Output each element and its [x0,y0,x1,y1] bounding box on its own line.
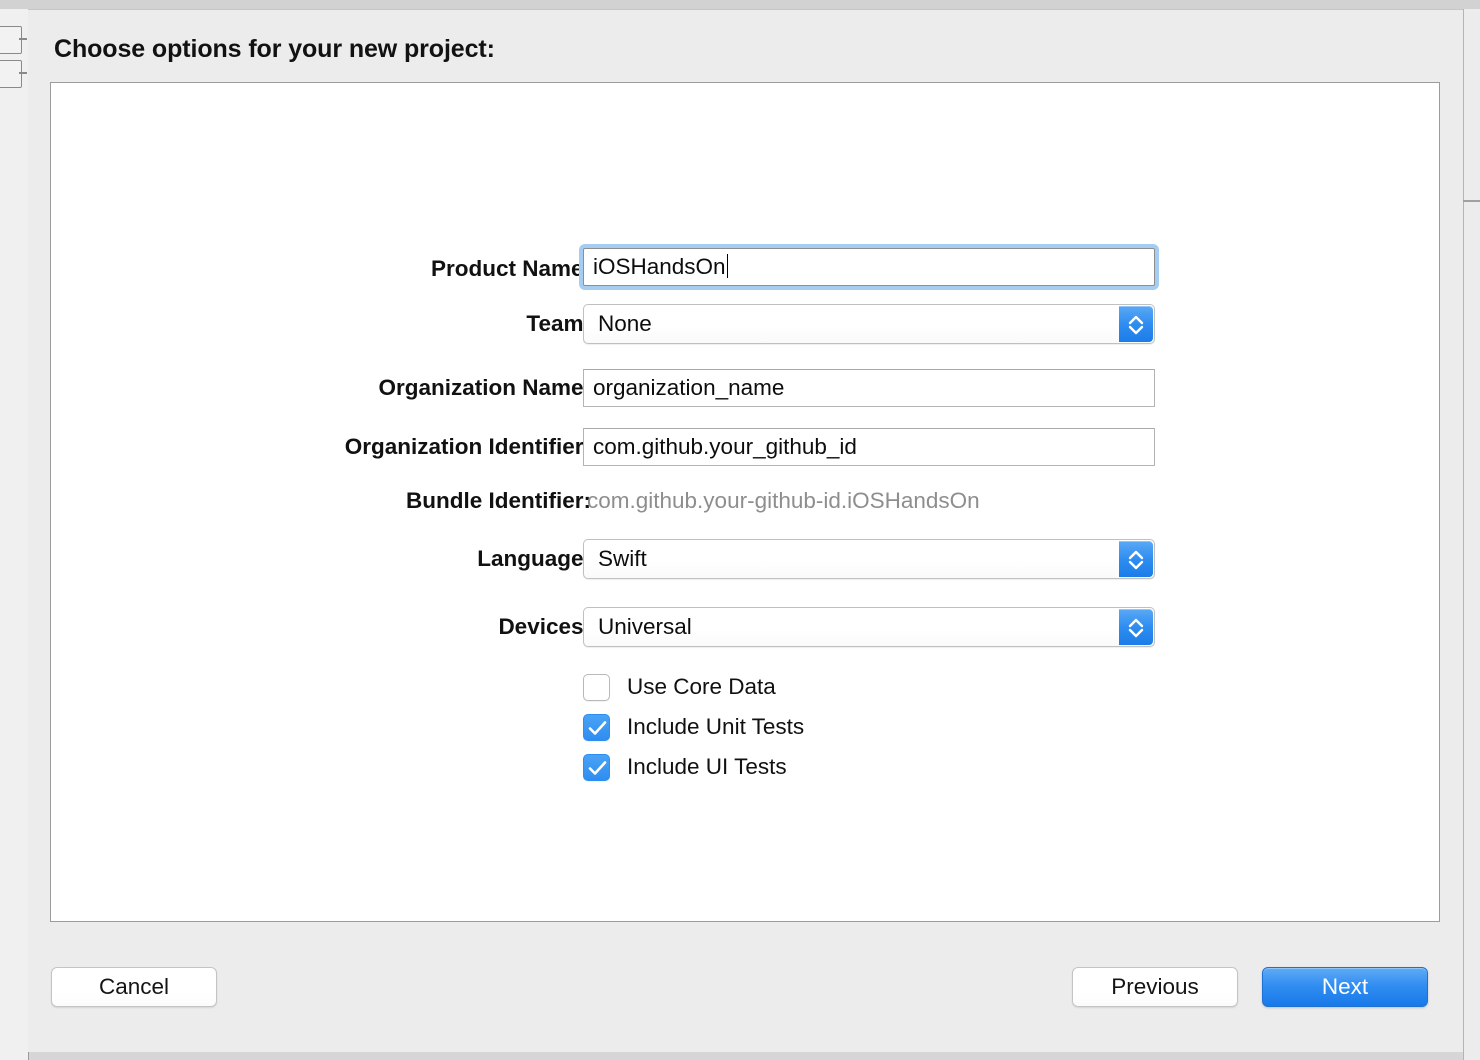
popup-button[interactable]: Universal [583,607,1155,647]
stepper-chevrons-icon [1128,315,1144,335]
popup-button[interactable]: Swift [583,539,1155,579]
text-input[interactable]: iOSHandsOn [583,248,1155,286]
popup-selected-value: None [598,311,652,336]
checkbox-checked[interactable] [583,753,610,781]
popup-selected-value: Swift [598,546,647,571]
field-label: Product Name: [430,256,591,281]
text-field-focus-ring: iOSHandsOn [579,244,1159,290]
readonly-value: com.github.your-github-id.iOSHandsOn [587,488,980,513]
next-button[interactable]: Next [1262,967,1428,1007]
popup-selected-value: Universal [598,614,692,639]
checkmark-icon [588,720,607,735]
options-panel: Product Name: iOSHandsOn Team: None Organiza… [50,82,1440,922]
background-navigator-item-1 [0,26,22,54]
checkbox-label: Include Unit Tests [627,714,805,739]
checkbox-row[interactable]: Include UI Tests [583,751,787,783]
field-label: Bundle Identifier: [406,488,591,513]
cancel-button[interactable]: Cancel [51,967,217,1007]
background-navigator-connector-2 [19,72,27,74]
checkmark-icon [588,760,607,775]
field-control: com.github.your-github-id.iOSHandsOn [583,482,980,520]
text-input[interactable]: com.github.your_github_id [583,428,1155,466]
field-label: Devices: [498,614,591,639]
checkbox-label: Use Core Data [627,674,776,699]
field-control: organization_name [583,369,1155,407]
form-row: Organization Name: organization_name [51,369,1439,407]
screen: Choose options for your new project: Pro… [0,0,1480,1060]
stepper-chevrons-icon [1128,550,1144,570]
checkbox-row[interactable]: Use Core Data [583,671,776,703]
background-window-right-panel [1463,9,1480,1060]
field-control: Swift [583,539,1155,579]
background-navigator-item-2 [0,60,22,88]
form-row: Bundle Identifier: com.github.your-github… [51,482,1439,520]
stepper-icon[interactable] [1119,306,1153,342]
background-navigator-connector-1 [19,38,27,40]
previous-button[interactable]: Previous [1072,967,1238,1007]
field-control: iOSHandsOn [579,244,1159,290]
text-field-wrapper: com.github.your_github_id [583,428,1155,466]
field-label: Team: [526,311,591,336]
sheet-title: Choose options for your new project: [54,35,495,63]
field-label: Language: [477,546,591,571]
background-right-panel-divider [1463,200,1480,202]
field-label: Organization Name: [378,375,591,400]
text-input[interactable]: organization_name [583,369,1155,407]
form-row: Team: None [51,304,1439,344]
field-label: Organization Identifier: [344,434,591,459]
checkbox-label: Include UI Tests [627,754,787,779]
form-row: Language: Swift [51,539,1439,579]
text-caret [726,254,729,278]
background-window-titlebar [0,0,1480,9]
field-control: Universal [583,607,1155,647]
text-input-value: organization_name [593,375,785,400]
field-control: com.github.your_github_id [583,428,1155,466]
form-row: Devices: Universal [51,607,1439,647]
stepper-icon[interactable] [1119,609,1153,645]
text-input-value: com.github.your_github_id [593,434,857,459]
checkbox-row[interactable]: Include Unit Tests [583,711,804,743]
project-options-form: Product Name: iOSHandsOn Team: None Organiza… [51,83,1439,921]
stepper-icon[interactable] [1119,541,1153,577]
new-project-options-sheet: Choose options for your new project: Pro… [28,9,1463,1052]
stepper-chevrons-icon [1128,618,1144,638]
popup-button[interactable]: None [583,304,1155,344]
text-input-value: iOSHandsOn [593,254,726,279]
background-window-left-strip [0,9,29,1060]
checkbox-unchecked[interactable] [583,673,610,701]
form-row: Organization Identifier: com.github.your_… [51,428,1439,466]
field-control: None [583,304,1155,344]
checkbox-checked[interactable] [583,713,610,741]
text-field-wrapper: organization_name [583,369,1155,407]
form-row: Product Name: iOSHandsOn [51,244,1439,290]
